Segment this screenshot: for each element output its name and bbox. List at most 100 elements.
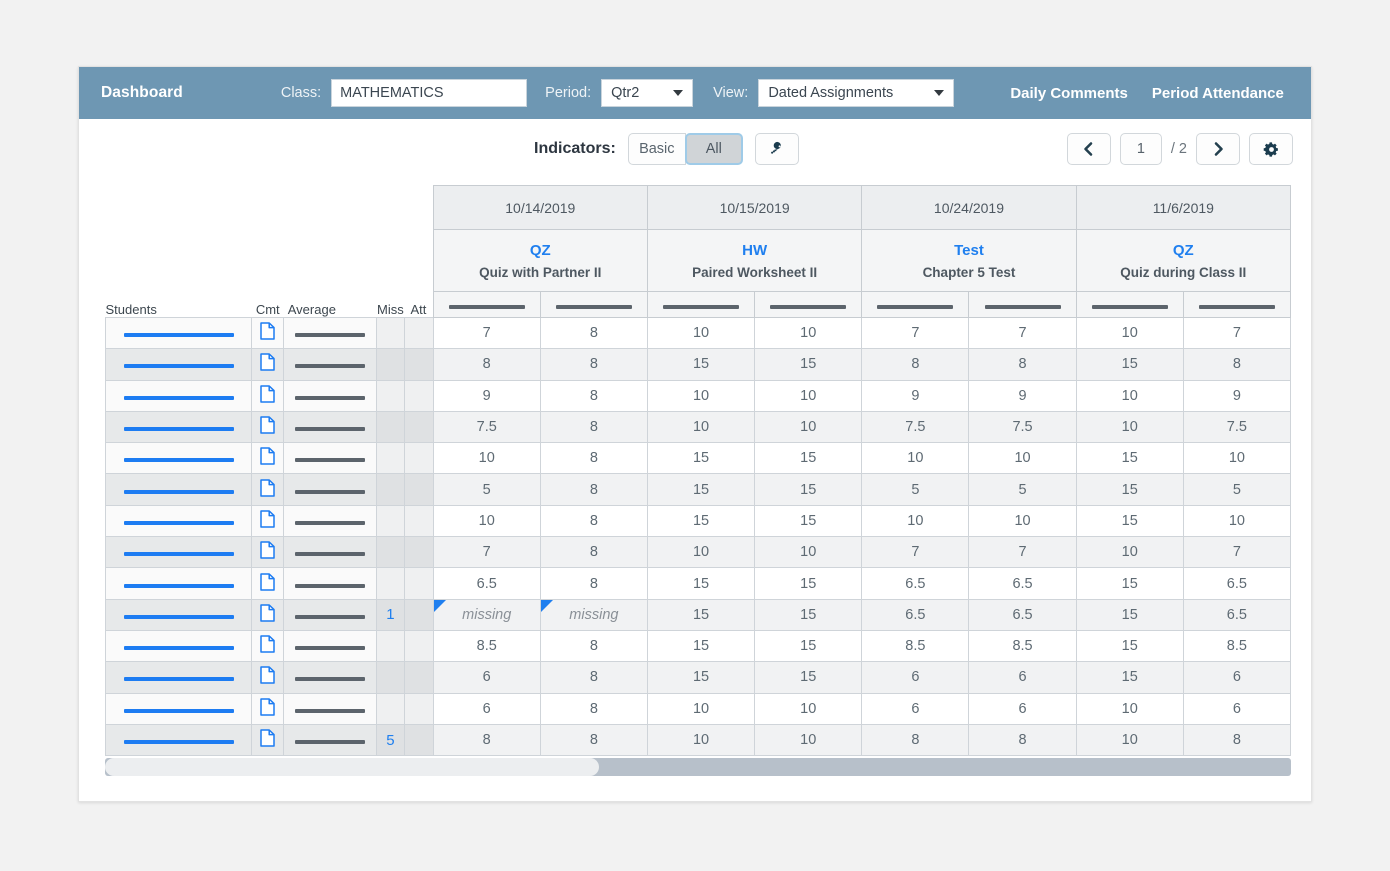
score-cell[interactable]: 15 bbox=[646, 473, 756, 506]
student-name-cell[interactable] bbox=[104, 316, 253, 350]
comment-cell[interactable] bbox=[251, 473, 285, 506]
score-cell[interactable]: 6.5 bbox=[968, 598, 1077, 631]
score-cell[interactable]: 15 bbox=[754, 598, 863, 631]
table-row[interactable]: 6 8 15 15 6 6 15 6 bbox=[104, 661, 1292, 694]
score-cell[interactable]: 15 bbox=[754, 348, 863, 381]
comment-cell[interactable] bbox=[251, 348, 285, 381]
score-cell[interactable]: 8 bbox=[1182, 348, 1292, 381]
score-cell[interactable]: 15 bbox=[754, 629, 863, 663]
score-cell[interactable]: 15 bbox=[646, 442, 756, 475]
score-cell[interactable]: 6 bbox=[968, 661, 1077, 694]
period-attendance-link[interactable]: Period Attendance bbox=[1152, 85, 1284, 102]
score-cell[interactable]: 10 bbox=[646, 536, 756, 569]
score-cell[interactable]: 10 bbox=[754, 410, 863, 444]
score-cell[interactable]: 15 bbox=[646, 348, 756, 381]
score-cell[interactable]: 6 bbox=[432, 661, 541, 694]
score-cell[interactable]: 7.5 bbox=[861, 410, 970, 444]
table-row[interactable]: 10 8 15 15 10 10 15 10 bbox=[104, 442, 1292, 475]
key-legend-button[interactable] bbox=[754, 133, 799, 165]
score-cell[interactable]: 15 bbox=[1075, 504, 1184, 538]
score-cell[interactable]: 15 bbox=[646, 598, 756, 631]
score-cell[interactable]: 7.5 bbox=[432, 410, 541, 444]
score-cell[interactable]: 7.5 bbox=[1182, 410, 1292, 444]
comment-cell[interactable] bbox=[251, 442, 285, 475]
comment-cell[interactable] bbox=[251, 629, 285, 663]
score-cell[interactable]: 15 bbox=[754, 473, 863, 506]
score-cell[interactable]: 6 bbox=[968, 692, 1077, 725]
score-cell[interactable]: 10 bbox=[754, 316, 863, 350]
student-name-cell[interactable] bbox=[104, 567, 253, 600]
comment-cell[interactable] bbox=[251, 504, 285, 538]
score-cell[interactable]: 5 bbox=[1182, 473, 1292, 506]
score-cell[interactable]: 8 bbox=[861, 348, 970, 381]
settings-button[interactable] bbox=[1249, 133, 1293, 165]
score-cell[interactable]: 7 bbox=[968, 536, 1077, 569]
score-cell[interactable]: 15 bbox=[1075, 629, 1184, 663]
score-cell[interactable]: 6.5 bbox=[1182, 567, 1292, 600]
table-row[interactable]: 8 8 15 15 8 8 15 8 bbox=[104, 348, 1292, 381]
score-cell[interactable]: 8 bbox=[539, 379, 648, 412]
score-cell[interactable]: 8.5 bbox=[432, 629, 541, 663]
class-input[interactable]: MATHEMATICS bbox=[331, 79, 528, 107]
score-cell[interactable]: 15 bbox=[646, 661, 756, 694]
score-cell[interactable]: 10 bbox=[754, 692, 863, 725]
score-cell[interactable]: 15 bbox=[1075, 348, 1184, 381]
score-cell[interactable]: 8 bbox=[1182, 723, 1292, 757]
score-cell[interactable]: 15 bbox=[1075, 442, 1184, 475]
score-cell[interactable]: 8 bbox=[539, 536, 648, 569]
score-cell[interactable]: 10 bbox=[1075, 379, 1184, 412]
score-cell[interactable]: 8.5 bbox=[861, 629, 970, 663]
comment-cell[interactable] bbox=[251, 692, 285, 725]
table-row[interactable]: 1 missing missing 15 15 6.5 6.5 15 6.5 bbox=[104, 598, 1292, 631]
score-cell[interactable]: 7 bbox=[861, 316, 970, 350]
score-cell[interactable]: missing bbox=[432, 598, 541, 631]
score-cell[interactable]: 8 bbox=[539, 567, 648, 600]
score-cell[interactable]: 5 bbox=[968, 473, 1077, 506]
table-row[interactable]: 5 8 15 15 5 5 15 5 bbox=[104, 473, 1292, 506]
score-cell[interactable]: 15 bbox=[754, 661, 863, 694]
indicators-all-button[interactable]: All bbox=[684, 133, 743, 165]
assignment-header[interactable]: HW Paired Worksheet II bbox=[646, 229, 863, 292]
score-cell[interactable]: 10 bbox=[646, 723, 756, 757]
score-cell[interactable]: 10 bbox=[646, 410, 756, 444]
score-cell[interactable]: 15 bbox=[646, 504, 756, 538]
score-cell[interactable]: 8 bbox=[539, 723, 648, 757]
score-cell[interactable]: 8 bbox=[432, 348, 541, 381]
comment-cell[interactable] bbox=[251, 316, 285, 350]
score-cell[interactable]: 8 bbox=[539, 692, 648, 725]
score-cell[interactable]: 7.5 bbox=[968, 410, 1077, 444]
table-row[interactable]: 7.5 8 10 10 7.5 7.5 10 7.5 bbox=[104, 410, 1292, 444]
score-cell[interactable]: 7 bbox=[1182, 316, 1292, 350]
score-cell[interactable]: 6.5 bbox=[861, 567, 970, 600]
table-row[interactable]: 7 8 10 10 7 7 10 7 bbox=[104, 536, 1292, 569]
table-row[interactable]: 9 8 10 10 9 9 10 9 bbox=[104, 379, 1292, 412]
student-name-cell[interactable] bbox=[104, 723, 253, 757]
score-cell[interactable]: 15 bbox=[754, 504, 863, 538]
scrollbar-thumb[interactable] bbox=[105, 758, 599, 777]
comment-cell[interactable] bbox=[251, 410, 285, 444]
score-cell[interactable]: 10 bbox=[861, 504, 970, 538]
score-cell[interactable]: 10 bbox=[1075, 410, 1184, 444]
score-cell[interactable]: 7 bbox=[968, 316, 1077, 350]
student-name-cell[interactable] bbox=[104, 442, 253, 475]
student-name-cell[interactable] bbox=[104, 536, 253, 569]
score-cell[interactable]: 6.5 bbox=[968, 567, 1077, 600]
comment-cell[interactable] bbox=[251, 379, 285, 412]
score-cell[interactable]: 15 bbox=[646, 629, 756, 663]
score-cell[interactable]: 8 bbox=[539, 410, 648, 444]
score-cell[interactable]: 15 bbox=[1075, 661, 1184, 694]
score-cell[interactable]: 9 bbox=[432, 379, 541, 412]
score-cell[interactable]: 6 bbox=[432, 692, 541, 725]
student-name-cell[interactable] bbox=[104, 661, 253, 694]
score-cell[interactable]: 8 bbox=[539, 316, 648, 350]
comment-cell[interactable] bbox=[251, 723, 285, 757]
period-select[interactable]: Qtr2 bbox=[601, 79, 694, 107]
score-cell[interactable]: 6.5 bbox=[861, 598, 970, 631]
score-cell[interactable]: 6 bbox=[1182, 692, 1292, 725]
horizontal-scrollbar[interactable] bbox=[105, 758, 1291, 777]
score-cell[interactable]: 15 bbox=[1075, 567, 1184, 600]
score-cell[interactable]: 10 bbox=[1075, 316, 1184, 350]
table-row[interactable]: 10 8 15 15 10 10 15 10 bbox=[104, 504, 1292, 538]
score-cell[interactable]: 9 bbox=[1182, 379, 1292, 412]
student-name-cell[interactable] bbox=[104, 629, 253, 663]
